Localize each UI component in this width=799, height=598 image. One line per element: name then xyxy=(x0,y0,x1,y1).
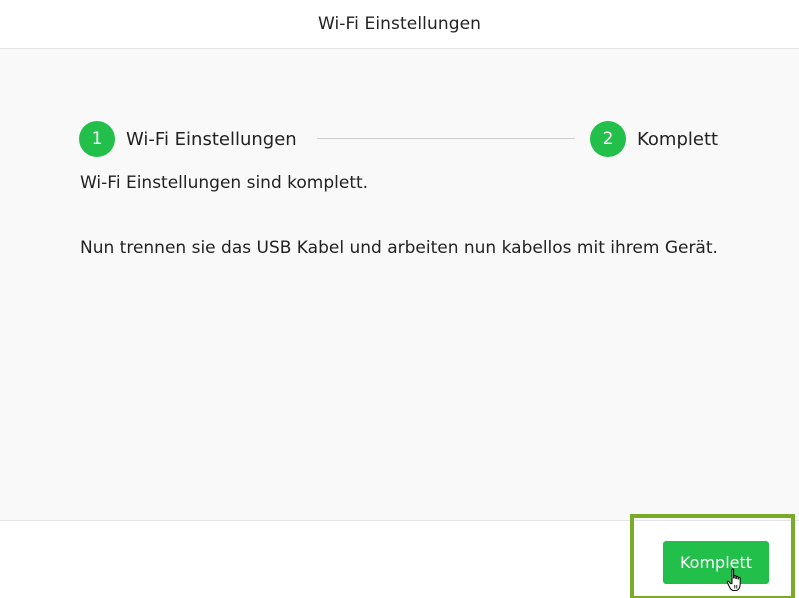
step-label: Wi-Fi Einstellungen xyxy=(126,128,297,150)
instruction-message: Nun trennen sie das USB Kabel und arbeit… xyxy=(80,238,718,258)
wifi-settings-dialog: Wi-Fi Einstellungen 1 Wi-Fi Einstellunge… xyxy=(0,0,799,598)
step-label: Komplett xyxy=(637,128,719,150)
stepper: 1 Wi-Fi Einstellungen 2 Komplett xyxy=(79,120,729,158)
step-wifi-settings: 1 Wi-Fi Einstellungen xyxy=(79,120,297,158)
dialog-header: Wi-Fi Einstellungen xyxy=(0,0,799,49)
step-number-badge: 1 xyxy=(79,121,115,157)
step-complete: 2 Komplett xyxy=(590,120,718,158)
step-connector-line xyxy=(317,138,575,139)
step-number-badge: 2 xyxy=(590,121,626,157)
completion-message: Wi-Fi Einstellungen sind komplett. xyxy=(80,173,369,193)
dialog-body: 1 Wi-Fi Einstellungen 2 Komplett xyxy=(0,49,799,521)
dialog-title: Wi-Fi Einstellungen xyxy=(317,14,482,34)
complete-button[interactable]: Komplett xyxy=(663,541,769,584)
